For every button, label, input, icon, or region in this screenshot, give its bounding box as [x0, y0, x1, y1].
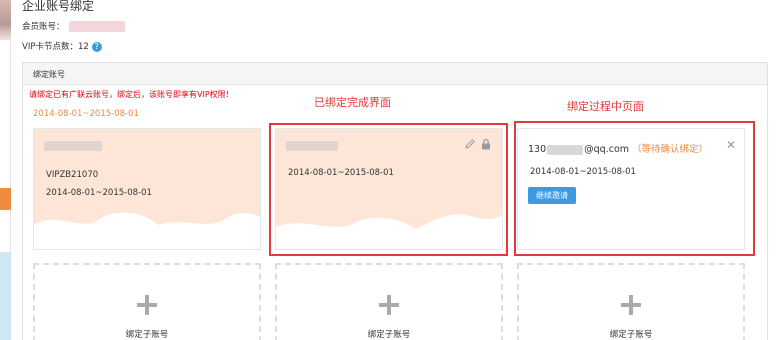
member-account-label: 会员账号：: [22, 22, 65, 32]
cloud-decoration: [34, 199, 260, 249]
member-account-value-redacted: [68, 21, 125, 32]
avatar: [0, 0, 11, 40]
account-name-redacted: [44, 141, 102, 151]
vip-node-count-label: VIP卡节点数：12: [22, 42, 89, 52]
bind-notice: 请绑定已有广联云账号，绑定后，该账号即享有VIP权限！: [29, 90, 234, 99]
page-title: 企业账号绑定: [22, 0, 95, 13]
member-account-row: 会员账号：: [22, 20, 125, 32]
add-sub-account-label: 绑定子账号: [367, 330, 411, 340]
annotation-in-progress: 绑定过程中页面: [567, 100, 644, 113]
annotation-box-done: [269, 123, 508, 256]
add-sub-account-label: 绑定子账号: [609, 330, 653, 340]
validity-range: 2014-08-01~2015-08-01: [33, 109, 139, 119]
add-sub-account-card[interactable]: 绑定子账号: [33, 263, 261, 340]
vip-card-id: VIPZB21070: [46, 170, 99, 180]
annotation-done: 已绑定完成界面: [314, 96, 391, 109]
add-sub-account-label: 绑定子账号: [125, 330, 169, 340]
add-sub-account-card[interactable]: 绑定子账号: [517, 263, 745, 340]
sidebar-active-marker[interactable]: [0, 188, 11, 210]
sidebar-banner: [0, 252, 11, 340]
annotation-box-in-progress: [514, 121, 755, 256]
left-sidebar: [0, 0, 11, 340]
vip-node-count-row: VIP卡节点数：12?: [22, 40, 102, 52]
plus-icon: [379, 295, 399, 315]
plus-icon: [621, 295, 641, 315]
plus-icon: [137, 295, 157, 315]
add-sub-account-card[interactable]: 绑定子账号: [275, 263, 503, 340]
panel-header: 绑定账号: [23, 63, 767, 85]
help-icon[interactable]: ?: [91, 41, 102, 52]
vip-card-range: 2014-08-01~2015-08-01: [46, 188, 152, 198]
vip-card: VIPZB21070 2014-08-01~2015-08-01: [33, 128, 261, 250]
